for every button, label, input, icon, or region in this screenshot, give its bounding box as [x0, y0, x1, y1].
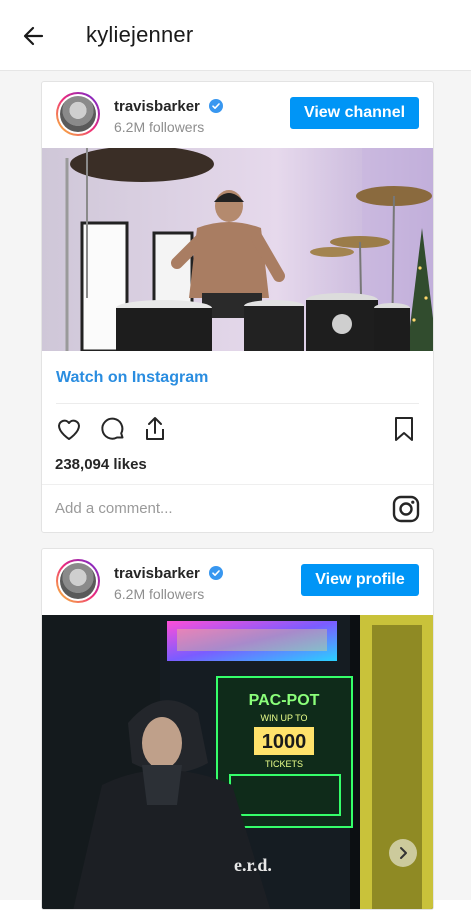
follower-count: 6.2M followers [114, 119, 205, 135]
arcade-sign-text: 1000 [262, 731, 307, 753]
chevron-right-icon [400, 847, 407, 859]
hoodie-text: e.r.d. [234, 855, 272, 875]
follower-count: 6.2M followers [114, 586, 205, 602]
avatar[interactable] [56, 559, 100, 603]
comment-bar: Add a comment... [42, 484, 433, 532]
add-comment-input[interactable]: Add a comment... [55, 500, 173, 517]
post-image[interactable]: PAC-POT WIN UP TO 1000 TICKETS e.r.d. [42, 615, 433, 909]
instagram-embed-card: travisbarker 6.2M followers View channel [41, 81, 434, 533]
arrow-left-icon[interactable] [20, 22, 48, 50]
like-count: 238,094 likes [55, 456, 147, 473]
post-header: travisbarker 6.2M followers View channel [42, 82, 433, 148]
avatar[interactable] [56, 92, 100, 136]
embed-feed[interactable]: travisbarker 6.2M followers View channel [0, 71, 471, 910]
username[interactable]: travisbarker [114, 98, 224, 115]
view-profile-button[interactable]: View profile [301, 564, 419, 596]
view-channel-button[interactable]: View channel [290, 97, 419, 129]
share-icon[interactable] [140, 414, 170, 444]
heart-icon[interactable] [54, 414, 84, 444]
instagram-logo-icon[interactable] [392, 495, 420, 523]
comment-icon[interactable] [97, 414, 127, 444]
arcade-sign-text: PAC-POT [249, 692, 320, 709]
post-image[interactable] [42, 148, 433, 351]
page-title: kyliejenner [86, 22, 194, 47]
arcade-sign-text: TICKETS [265, 759, 303, 769]
verified-badge-icon [209, 99, 224, 113]
post-header: travisbarker 6.2M followers View profile [42, 549, 433, 615]
top-bar: kyliejenner [0, 0, 471, 71]
verified-badge-icon [209, 566, 224, 580]
watch-on-instagram-link[interactable]: Watch on Instagram [56, 369, 208, 387]
next-slide-button[interactable] [389, 839, 417, 867]
username[interactable]: travisbarker [114, 565, 224, 582]
divider [56, 403, 419, 404]
bookmark-icon[interactable] [389, 414, 419, 444]
arcade-sign-text: WIN UP TO [260, 713, 307, 723]
instagram-embed-card: travisbarker 6.2M followers View profile [41, 548, 434, 910]
